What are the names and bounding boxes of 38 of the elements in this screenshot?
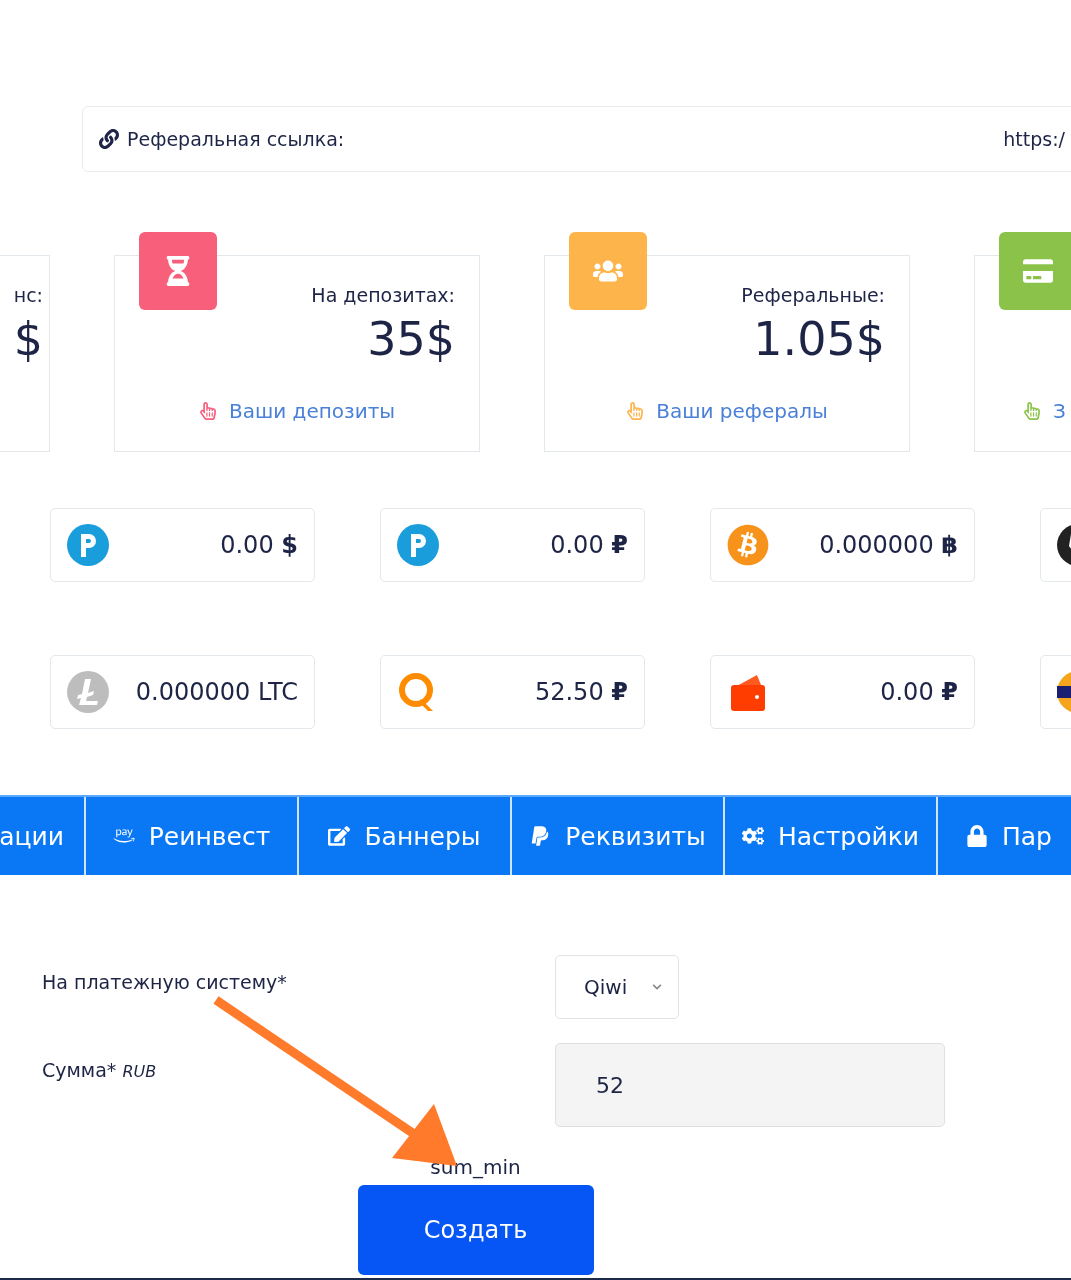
amount-field[interactable]: 52 [555, 1043, 945, 1127]
litecoin-icon [67, 671, 109, 713]
stat-link[interactable]: З [975, 399, 1071, 423]
stat-value: $ [13, 312, 43, 366]
wallet-balance: 0.00 ₽ [550, 531, 628, 559]
wallet-balance: 52.50 ₽ [534, 678, 628, 706]
amount-label: Сумма* RUB [42, 1059, 158, 1081]
wallet-balance: 0.00 ₽ [880, 678, 958, 706]
lock-icon [966, 825, 988, 847]
bitcoin-icon [727, 524, 769, 566]
tab[interactable]: ации [0, 797, 86, 875]
stat-label: Реферальные: [741, 284, 885, 306]
p-coin-icon [67, 524, 109, 566]
create-button[interactable]: Создать [357, 1185, 594, 1275]
hand-pointer-icon [626, 402, 645, 420]
stat-value: 1.05$ [753, 312, 885, 366]
link-icon [99, 129, 119, 149]
gears-icon [741, 825, 764, 847]
stat-label: На депозитах: [311, 284, 455, 306]
hint-text: sum_min [430, 1155, 521, 1179]
p-coin-icon [397, 524, 439, 566]
payment-system-label: На платежную систему* [42, 971, 288, 993]
payment-system-select[interactable]: Qiwi [555, 955, 679, 1019]
wallet-balance: 0.00 $ [220, 531, 298, 559]
referral-label: Реферальная ссылка: [127, 128, 345, 150]
chevron-down-icon [652, 982, 662, 992]
edit-icon [328, 825, 351, 847]
stat-label: нс: [13, 284, 43, 306]
card-logo-icon [1057, 671, 1071, 713]
referral-url[interactable]: https:/ [1003, 128, 1065, 150]
wallet-balance: 0.000000 LTC [135, 678, 298, 706]
card-icon [1023, 256, 1053, 286]
wallet-balance: 0.000000 ฿ [819, 531, 958, 559]
stat-value: 35$ [367, 312, 455, 366]
stat-link[interactable]: Ваши рефералы [545, 399, 909, 423]
stat-link[interactable]: Ваши депозиты [115, 399, 479, 423]
hand-pointer-icon [198, 402, 217, 420]
hand-pointer-icon [1023, 402, 1041, 420]
